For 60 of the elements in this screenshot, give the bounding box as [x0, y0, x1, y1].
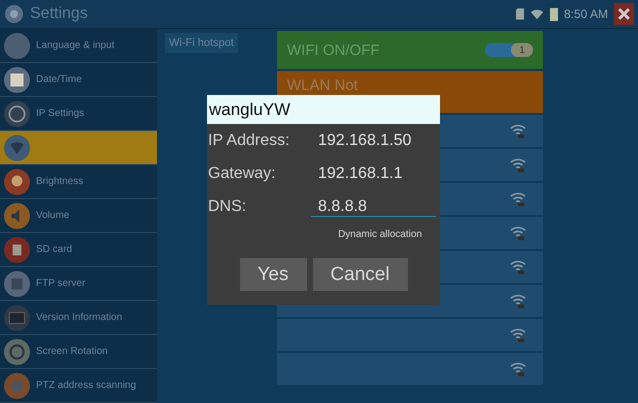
battery-icon	[550, 7, 558, 21]
wifi-lock-icon	[509, 293, 527, 309]
sidebar-label: IP Settings	[36, 108, 84, 119]
sd-card-icon	[4, 236, 30, 262]
close-icon	[618, 8, 630, 20]
sidebar-label: Screen Rotation	[36, 346, 108, 357]
field-label: DNS:	[207, 198, 248, 216]
wifi-lock-icon	[509, 259, 527, 275]
sidebar-item[interactable]	[0, 131, 157, 165]
field-label: IP Address:	[207, 132, 291, 150]
sidebar-label: Language & input	[36, 40, 114, 51]
cancel-button[interactable]: Cancel	[312, 258, 408, 291]
sidebar-item[interactable]: Brightness	[0, 165, 157, 199]
wifi-lock-icon	[509, 157, 527, 173]
network-name: wangluYW	[207, 95, 440, 124]
server-icon	[4, 270, 30, 296]
monitor-icon	[4, 304, 30, 330]
sidebar-label: Brightness	[36, 176, 84, 187]
calendar-icon	[4, 66, 30, 92]
sidebar-item[interactable]: FTP server	[0, 267, 157, 301]
wifi-lock-icon	[509, 225, 527, 241]
sidebar-label: SD card	[36, 244, 72, 255]
ring-icon	[4, 338, 30, 364]
input-field[interactable]: 192.168.1.50	[311, 132, 436, 150]
toggle-switch[interactable]: 1	[485, 43, 533, 57]
wifi-lock-icon	[509, 327, 527, 343]
input-field[interactable]: 8.8.8.8	[311, 198, 436, 216]
window-title: Settings	[30, 5, 88, 23]
globe-icon	[4, 100, 30, 126]
wifi-lock-icon	[509, 123, 527, 139]
wifi-icon	[4, 134, 30, 160]
speaker-icon	[4, 202, 30, 228]
sidebar-item[interactable]: PTZ address scanning	[0, 369, 157, 403]
sidebar-item[interactable]: Date/Time	[0, 63, 157, 97]
wifi-icon	[530, 7, 544, 21]
clock-time: 8:50 AM	[564, 7, 608, 21]
sidebar-label: Version Information	[36, 312, 122, 323]
bulb-icon	[4, 168, 30, 194]
dynamic-allocation-link[interactable]: Dynamic allocation	[338, 229, 422, 240]
sidebar-label: PTZ address scanning	[36, 380, 136, 391]
sidebar-item[interactable]: Screen Rotation	[0, 335, 157, 369]
sidebar-label: FTP server	[36, 278, 86, 289]
wifi-lock-icon	[509, 191, 527, 207]
input-field[interactable]: 192.168.1.1	[311, 164, 436, 184]
field-label: Gateway:	[207, 165, 277, 183]
toggle-label: WIFI ON/OFF	[287, 42, 380, 58]
sidebar-item[interactable]: SD card	[0, 233, 157, 267]
sidebar-item[interactable]: Version Information	[0, 301, 157, 335]
sidebar-item[interactable]: Volume	[0, 199, 157, 233]
wifi-lock-icon	[509, 361, 527, 377]
tab[interactable]: Wi-Fi hotspot	[165, 33, 238, 53]
sidebar-label: Date/Time	[36, 74, 82, 85]
gear-icon	[4, 4, 24, 24]
sidebar-item[interactable]: Language & input	[0, 29, 157, 63]
close-button[interactable]	[614, 3, 634, 25]
sd-card-icon	[516, 7, 524, 21]
sidebar-label: Volume	[36, 210, 70, 221]
yes-button[interactable]: Yes	[240, 258, 306, 291]
banner-text: WLAN Not	[287, 77, 358, 94]
switch-knob: 1	[511, 43, 533, 57]
